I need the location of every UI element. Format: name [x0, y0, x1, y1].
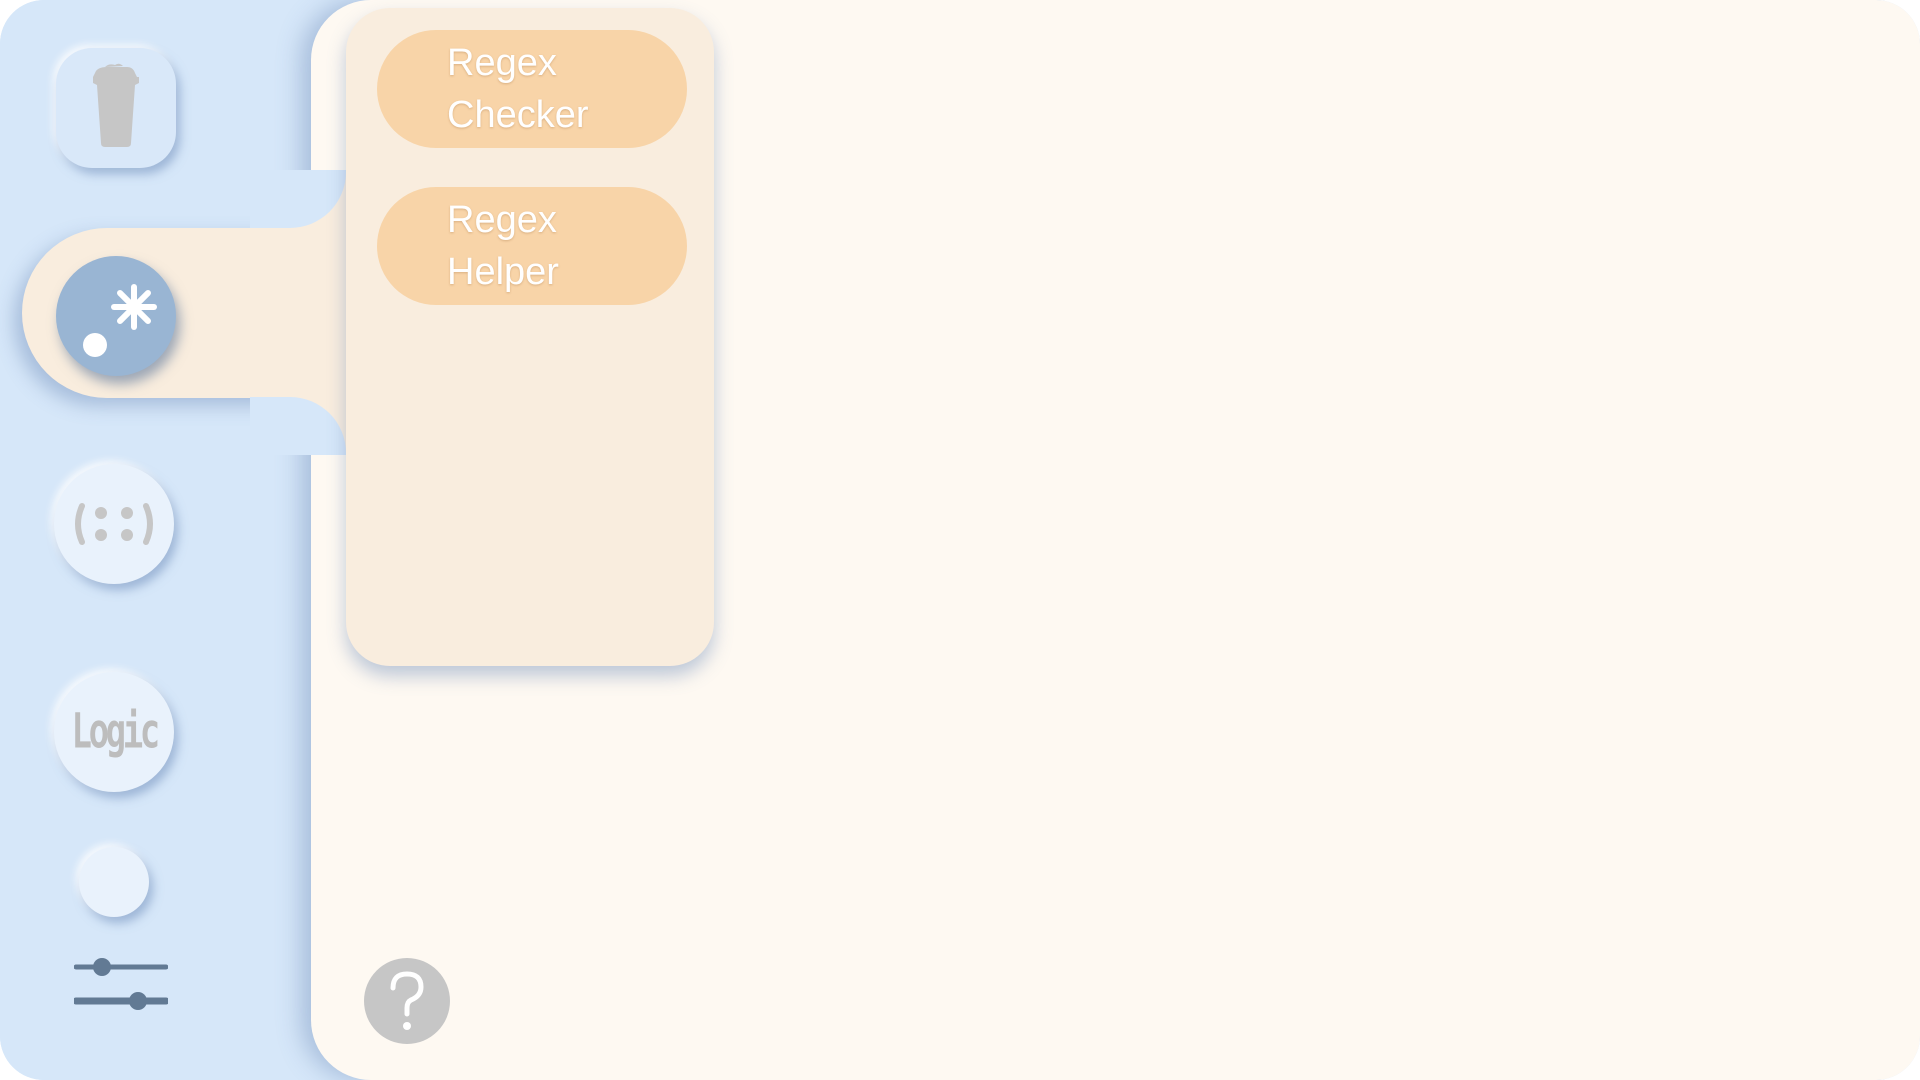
sidebar-item-logic[interactable]: Logic: [54, 672, 174, 792]
sidebar-item-regex[interactable]: [56, 256, 176, 376]
regex-helper-label: Regex Helper: [447, 199, 559, 293]
sidebar-item-settings[interactable]: [72, 952, 170, 1012]
help-button[interactable]: [364, 958, 450, 1044]
regex-checker-label: Regex Checker: [447, 42, 589, 136]
regex-helper-button[interactable]: Regex Helper: [377, 187, 687, 305]
group-icon: [75, 503, 153, 545]
sidebar-item-theme[interactable]: [79, 847, 149, 917]
question-icon: [390, 971, 424, 1030]
sidebar-item-trash[interactable]: [56, 48, 176, 168]
sliders-icon: [72, 958, 170, 1010]
regex-icon: [83, 284, 157, 357]
regex-submenu: Regex Checker Regex Helper: [346, 8, 714, 666]
trash-icon: [93, 63, 139, 147]
sidebar-item-groups[interactable]: [54, 464, 174, 584]
flyout-fillet-bottom: [250, 385, 360, 455]
regex-checker-button[interactable]: Regex Checker: [377, 30, 687, 148]
flyout-fillet-top: [250, 170, 360, 240]
logic-icon: Logic: [71, 704, 160, 760]
app-window: Regex Checker Regex Helper Logic: [0, 0, 1920, 1080]
